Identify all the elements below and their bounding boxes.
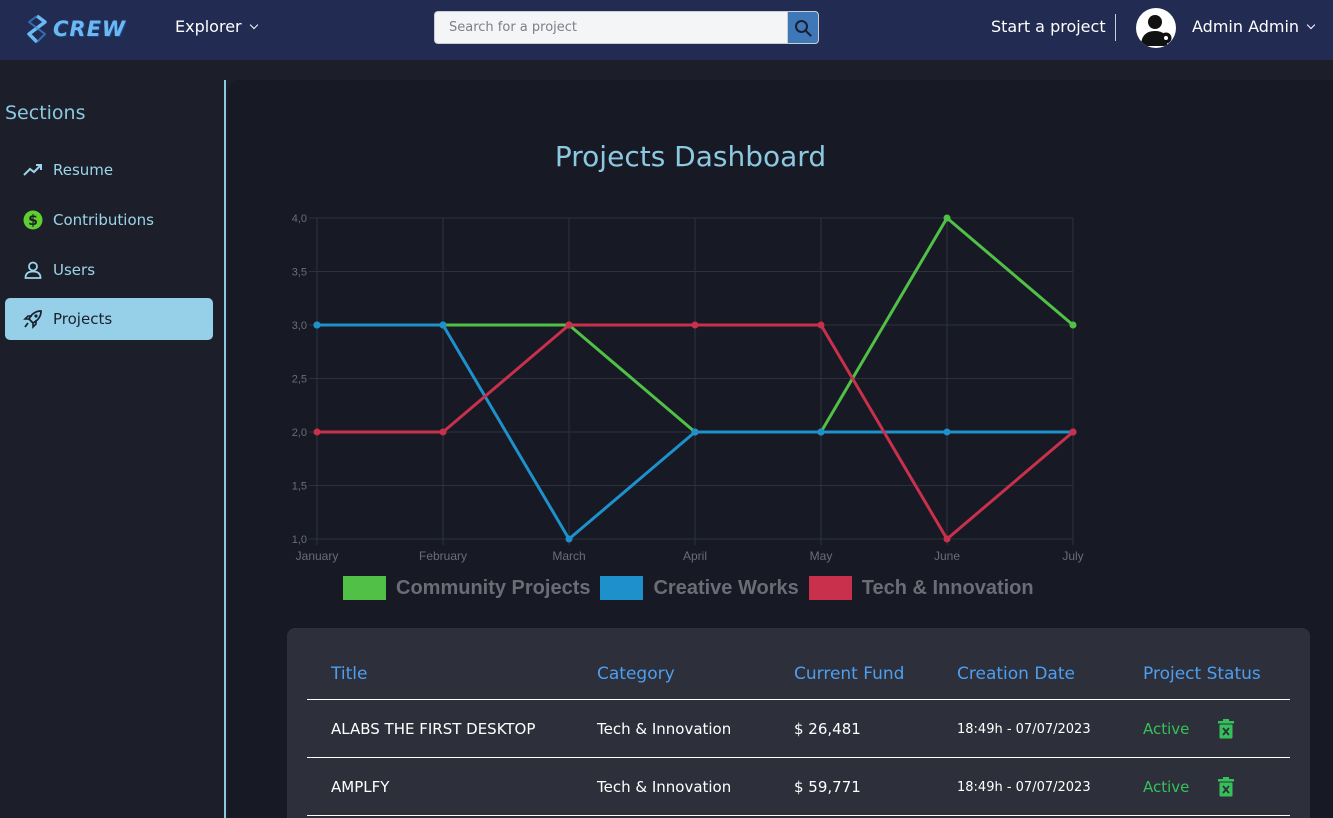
user-name: Admin Admin: [1192, 17, 1300, 36]
legend-swatch: [808, 576, 852, 600]
trending-up-icon: [23, 160, 43, 180]
projects-line-chart: 1,0 1,5 2,0 2,5 3,0 3,5 4,0 January February Marc…: [292, 213, 1084, 563]
cell-category: Tech & Innovation: [597, 778, 732, 796]
x-tick-label: May: [810, 549, 833, 563]
data-point: [313, 428, 321, 436]
x-tick-label: June: [934, 549, 960, 563]
trash-icon[interactable]: [1218, 719, 1234, 739]
sidebar-item-label: Projects: [53, 310, 113, 328]
cell-date: 18:49h - 07/07/2023: [957, 780, 1091, 795]
data-point: [1069, 321, 1077, 329]
legend-item-community[interactable]: Community Projects: [343, 576, 590, 600]
sidebar: Sections Resume $ Contributions Users Pr…: [0, 80, 226, 818]
user-icon: [23, 260, 43, 280]
user-settings-icon: [1141, 15, 1172, 46]
search-bar: [434, 11, 819, 44]
x-tick-label: February: [419, 549, 467, 563]
crew-logo-icon: [27, 14, 47, 44]
trash-icon[interactable]: [1218, 777, 1234, 797]
legend-label: Creative Works: [653, 576, 799, 599]
table-row[interactable]: AMPLFY Tech & Innovation $ 59,771 18:49h…: [307, 758, 1290, 816]
data-point: [1069, 428, 1077, 436]
cell-title: AMPLFY: [331, 778, 390, 796]
data-point: [817, 321, 825, 329]
legend-label: Community Projects: [396, 576, 591, 599]
rocket-icon: [23, 309, 43, 329]
chevron-down-icon: [1306, 20, 1316, 29]
sidebar-item-projects[interactable]: Projects: [5, 298, 213, 340]
data-point: [691, 428, 699, 436]
data-point: [439, 321, 447, 329]
chart-legend: Community Projects Creative Works Tech &…: [343, 576, 1044, 600]
sidebar-item-label: Resume: [53, 161, 114, 179]
sidebar-item-label: Users: [53, 261, 96, 279]
status-badge: Active: [1143, 778, 1190, 796]
x-tick-label: July: [1062, 549, 1083, 563]
chevron-down-icon: [249, 20, 258, 29]
legend-label: Tech & Innovation: [861, 576, 1034, 599]
user-menu[interactable]: Admin Admin: [1192, 17, 1316, 36]
y-tick-label: 3,5: [292, 267, 307, 279]
data-point: [313, 321, 321, 329]
y-tick-label: 2,0: [292, 427, 307, 439]
sidebar-item-contributions[interactable]: $ Contributions: [5, 199, 213, 241]
x-tick-label: March: [552, 549, 585, 563]
y-tick-label: 3,0: [292, 320, 307, 332]
search-input[interactable]: [434, 11, 787, 44]
explorer-dropdown[interactable]: Explorer: [175, 17, 258, 36]
y-tick-label: 1,0: [292, 534, 307, 546]
y-tick-label: 2,5: [292, 374, 307, 386]
data-point: [943, 214, 951, 222]
x-tick-label: January: [296, 549, 339, 563]
main-panel: Projects Dashboard 1,0 1,5 2,0 2,5 3,0 3,5 4,0…: [228, 80, 1333, 818]
y-tick-label: 1,5: [292, 481, 307, 493]
cell-date: 18:49h - 07/07/2023: [957, 722, 1091, 737]
x-tick-label: April: [683, 549, 707, 563]
projects-table: Title Category Current Fund Creation Dat…: [287, 628, 1310, 818]
sidebar-item-resume[interactable]: Resume: [5, 149, 213, 191]
avatar[interactable]: [1136, 8, 1176, 48]
column-header-title[interactable]: Title: [331, 664, 367, 684]
cell-fund: $ 26,481: [794, 720, 861, 738]
column-header-status[interactable]: Project Status: [1143, 664, 1261, 684]
navbar-divider: [1115, 14, 1116, 41]
column-header-fund[interactable]: Current Fund: [794, 664, 904, 684]
data-point: [691, 321, 699, 329]
search-button[interactable]: [787, 11, 819, 44]
legend-swatch: [600, 576, 644, 600]
legend-item-creative[interactable]: Creative Works: [600, 576, 799, 600]
sidebar-title: Sections: [5, 102, 86, 124]
top-navbar: CREW Explorer Start a project Admin Admi…: [0, 0, 1333, 60]
cell-category: Tech & Innovation: [597, 720, 732, 738]
table-row[interactable]: ALABS THE FIRST DESKTOP Tech & Innovatio…: [307, 700, 1290, 758]
status-badge: Active: [1143, 720, 1190, 738]
table-header: Title Category Current Fund Creation Dat…: [307, 628, 1290, 700]
column-header-date[interactable]: Creation Date: [957, 664, 1075, 684]
crew-logo[interactable]: CREW: [25, 13, 126, 45]
sidebar-item-label: Contributions: [53, 211, 154, 229]
legend-swatch: [343, 576, 386, 600]
svg-text:$: $: [28, 213, 38, 229]
legend-item-tech[interactable]: Tech & Innovation: [808, 576, 1034, 600]
search-icon: [795, 19, 812, 37]
y-tick-label: 4,0: [292, 213, 307, 225]
dollar-icon: $: [23, 210, 43, 230]
cell-title: ALABS THE FIRST DESKTOP: [331, 720, 536, 738]
logo-text: CREW: [53, 17, 127, 41]
sidebar-item-users[interactable]: Users: [5, 249, 213, 291]
start-project-link[interactable]: Start a project: [991, 17, 1106, 36]
data-point: [439, 428, 447, 436]
data-point: [565, 535, 573, 543]
data-point: [943, 535, 951, 543]
explorer-label: Explorer: [175, 17, 242, 36]
data-point: [565, 321, 573, 329]
cell-fund: $ 59,771: [794, 778, 861, 796]
data-point: [817, 428, 825, 436]
data-point: [943, 428, 951, 436]
column-header-category[interactable]: Category: [597, 664, 675, 684]
